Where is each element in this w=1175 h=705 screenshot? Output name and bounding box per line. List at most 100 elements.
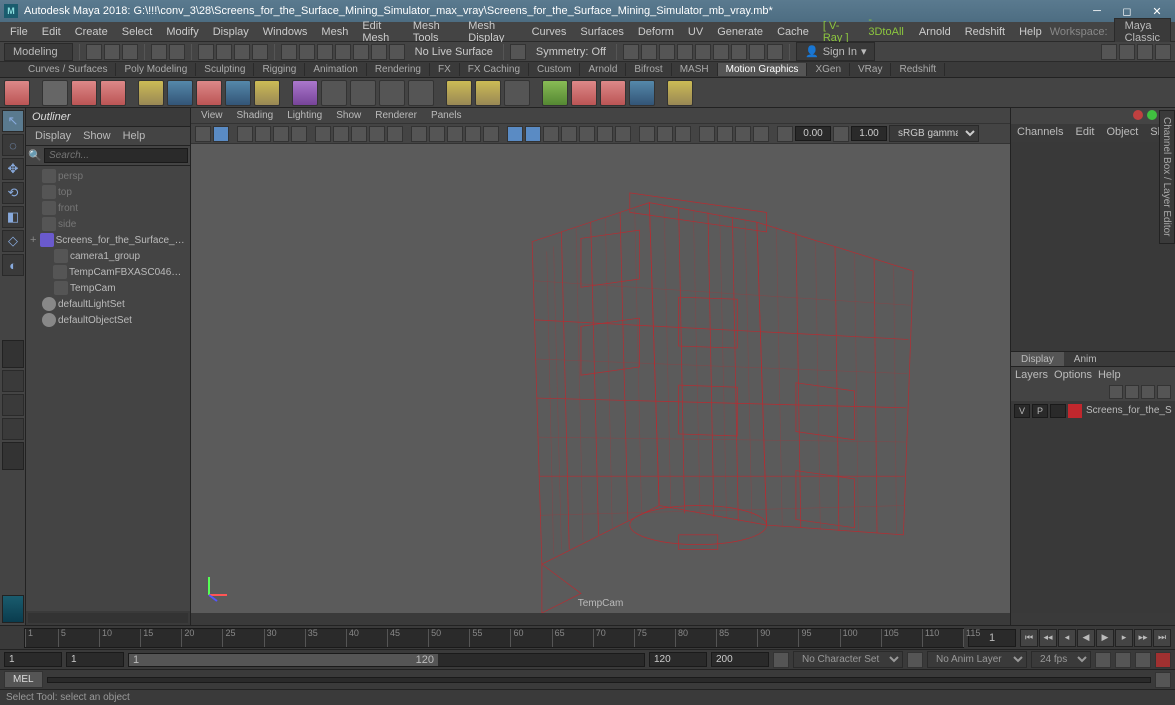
layout-four-icon[interactable]	[2, 370, 24, 392]
go-start-icon[interactable]: ⏮	[1020, 629, 1038, 647]
symmetry-icon[interactable]	[510, 44, 526, 60]
autokey-icon[interactable]	[1115, 652, 1131, 668]
layer-visibility[interactable]: V	[1014, 404, 1030, 418]
shelf-button[interactable]	[629, 80, 655, 106]
outliner-menu-help[interactable]: Help	[118, 129, 151, 143]
panel-layout-icon-3[interactable]	[1137, 44, 1153, 60]
vp-lights-icon[interactable]	[465, 126, 481, 142]
highlight-green-icon[interactable]	[1147, 110, 1157, 120]
vp-lock-camera-icon[interactable]	[213, 126, 229, 142]
vp-menu-show[interactable]: Show	[330, 109, 367, 122]
shelf-button[interactable]	[196, 80, 222, 106]
step-forward-icon[interactable]: ▸	[1115, 629, 1133, 647]
menu-select[interactable]: Select	[116, 24, 159, 40]
render-setup-icon[interactable]	[731, 44, 747, 60]
open-scene-icon[interactable]	[104, 44, 120, 60]
time-ruler[interactable]: 1510152025303540455055606570758085909510…	[24, 628, 964, 648]
vp-dof-icon[interactable]	[615, 126, 631, 142]
search-icon[interactable]: 🔍	[28, 149, 42, 163]
menu-curves[interactable]: Curves	[526, 24, 573, 40]
snap-grid-icon[interactable]	[281, 44, 297, 60]
cb-tab-object[interactable]: Object	[1100, 124, 1144, 142]
outliner-item[interactable]: defaultLightSet	[26, 296, 190, 312]
outliner-item[interactable]: TempCam	[26, 280, 190, 296]
layer-color-swatch[interactable]	[1068, 404, 1082, 418]
shelf-button[interactable]	[42, 80, 68, 106]
play-back-icon[interactable]: ◀	[1077, 629, 1095, 647]
layer-display-type[interactable]	[1050, 404, 1066, 418]
shelf-button[interactable]	[571, 80, 597, 106]
shelf-button[interactable]	[542, 80, 568, 106]
viewport-3d[interactable]: TempCam	[191, 144, 1010, 613]
play-forward-icon[interactable]: ▶	[1096, 629, 1114, 647]
vp-menu-panels[interactable]: Panels	[425, 109, 468, 122]
shelf-button[interactable]	[321, 80, 347, 106]
shelf-tab-custom[interactable]: Custom	[529, 63, 580, 76]
shelf-tab-rigging[interactable]: Rigging	[254, 63, 305, 76]
lasso-tool-icon[interactable]: ◌	[2, 134, 24, 156]
vp-mode-2-icon[interactable]	[675, 126, 691, 142]
range-lock-icon[interactable]	[773, 652, 789, 668]
layer-scrollbar[interactable]	[1011, 613, 1175, 625]
layer-name[interactable]: Screens_for_the_Surface_Mini	[1084, 405, 1172, 416]
vp-colorspace-select[interactable]: sRGB gamma	[889, 125, 979, 142]
playblast-icon[interactable]	[749, 44, 765, 60]
shelf-button[interactable]	[379, 80, 405, 106]
outliner-item[interactable]: top	[26, 184, 190, 200]
shelf-button[interactable]	[167, 80, 193, 106]
shelf-svg-icon[interactable]	[100, 80, 126, 106]
range-track[interactable]: 1120	[128, 653, 645, 667]
snap-center-icon[interactable]	[371, 44, 387, 60]
vp-msaa-icon[interactable]	[579, 126, 595, 142]
layer-playback[interactable]: P	[1032, 404, 1048, 418]
shelf-tab-vray[interactable]: VRay	[850, 63, 891, 76]
snap-live-icon[interactable]	[353, 44, 369, 60]
light-editor-icon[interactable]	[713, 44, 729, 60]
outliner-item[interactable]: TempCamFBXASC046Target	[26, 264, 190, 280]
history-icon[interactable]	[623, 44, 639, 60]
vp-wireframe-icon[interactable]	[411, 126, 427, 142]
script-editor-icon[interactable]	[1155, 672, 1171, 688]
outliner-scrollbar[interactable]	[26, 611, 190, 625]
move-tool-icon[interactable]: ✥	[2, 158, 24, 180]
vp-textured-icon[interactable]	[447, 126, 463, 142]
shelf-tab-poly-modeling[interactable]: Poly Modeling	[116, 63, 196, 76]
shelf-tab-curves---surfaces[interactable]: Curves / Surfaces	[20, 63, 116, 76]
layer-down-icon[interactable]	[1125, 385, 1139, 399]
anim-start-input[interactable]	[4, 652, 62, 667]
vp-gamma-input[interactable]	[851, 126, 887, 141]
set-key-icon[interactable]	[1155, 652, 1171, 668]
layer-add-icon[interactable]	[1157, 385, 1171, 399]
outliner-menu-show[interactable]: Show	[78, 129, 116, 143]
vp-exposure-icon[interactable]	[639, 126, 655, 142]
charset-icon[interactable]	[907, 652, 923, 668]
paint-select-icon[interactable]	[234, 44, 250, 60]
shelf-button[interactable]	[225, 80, 251, 106]
vp-mode-3-icon[interactable]	[699, 126, 715, 142]
outliner-menu-display[interactable]: Display	[30, 129, 76, 143]
channel-box-side-tab[interactable]: Channel Box / Layer Editor	[1159, 110, 1175, 244]
last-tool-icon[interactable]: ◇	[2, 230, 24, 252]
hypershade-icon[interactable]	[695, 44, 711, 60]
character-set-select[interactable]: No Character Set	[793, 651, 903, 668]
shelf-button[interactable]	[408, 80, 434, 106]
shelf-tab-xgen[interactable]: XGen	[807, 63, 850, 76]
panel-layout-icon-2[interactable]	[1119, 44, 1135, 60]
soft-select-icon[interactable]: ◐	[2, 254, 24, 276]
anim-end-input[interactable]	[711, 652, 769, 667]
vp-resolution-gate-icon[interactable]	[351, 126, 367, 142]
select-tool-icon[interactable]: ↖	[2, 110, 24, 132]
play-end-input[interactable]	[649, 652, 707, 667]
layer-row[interactable]: V P Screens_for_the_Surface_Mini	[1013, 403, 1173, 419]
vp-film-gate-icon[interactable]	[333, 126, 349, 142]
anim-tab[interactable]: Anim	[1064, 352, 1107, 366]
symmetry-label[interactable]: Symmetry: Off	[532, 46, 610, 58]
mode-selector[interactable]: Modeling	[4, 43, 73, 61]
vp-bookmark-icon[interactable]	[237, 126, 253, 142]
play-start-input[interactable]	[66, 652, 124, 667]
shelf-mash-icon[interactable]	[4, 80, 30, 106]
cb-tab-edit[interactable]: Edit	[1069, 124, 1100, 142]
outliner-item[interactable]: camera1_group	[26, 248, 190, 264]
shelf-tab-rendering[interactable]: Rendering	[367, 63, 430, 76]
viewport-scrollbar[interactable]	[191, 613, 1010, 625]
